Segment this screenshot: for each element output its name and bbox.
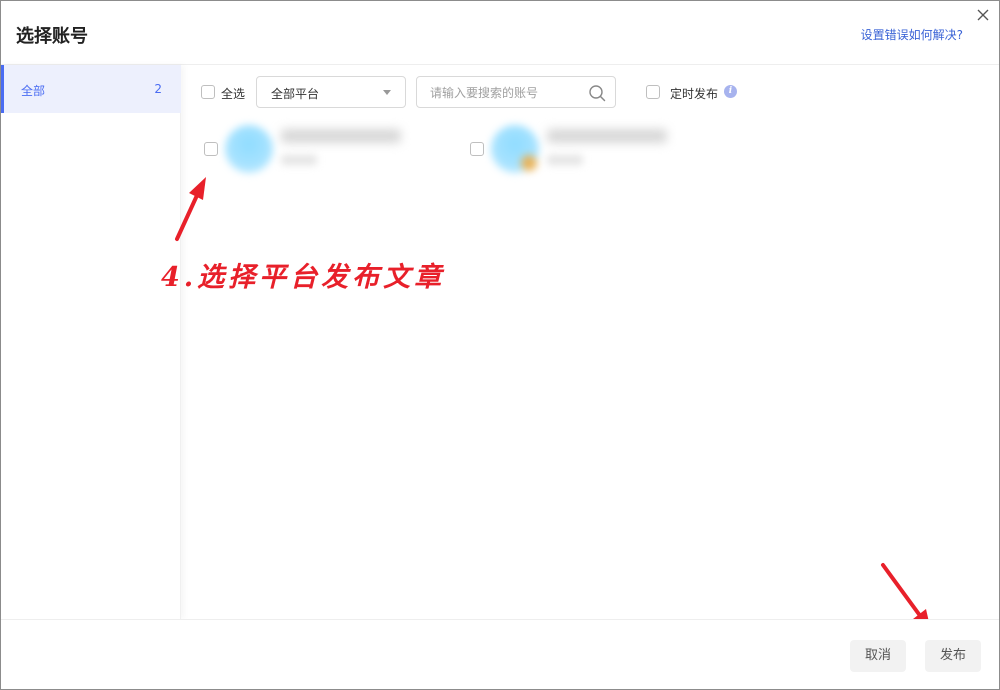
- account-name-blurred: [281, 129, 401, 143]
- search-input[interactable]: [430, 83, 580, 103]
- account-checkbox[interactable]: [470, 142, 484, 156]
- sidebar-item-count: 2: [154, 82, 162, 96]
- cancel-button[interactable]: 取消: [850, 640, 906, 672]
- arrow-up-icon: [175, 177, 206, 241]
- sidebar: 全部 2: [1, 65, 181, 619]
- publish-button[interactable]: 发布: [925, 640, 981, 672]
- dialog-title: 选择账号: [16, 26, 88, 47]
- account-item[interactable]: [469, 121, 709, 177]
- search-box: [416, 76, 616, 108]
- account-platform-blurred: [281, 155, 317, 165]
- platform-select[interactable]: 全部平台: [256, 76, 406, 108]
- select-account-dialog: 选择账号 设置错误如何解决? 全部 2 全选 全部平台 定时发布 i: [0, 0, 1000, 690]
- platform-select-value: 全部平台: [271, 87, 320, 101]
- caret-down-icon: [383, 90, 391, 95]
- schedule-publish-checkbox[interactable]: [646, 85, 660, 99]
- account-name-blurred: [547, 129, 667, 143]
- search-icon[interactable]: [588, 84, 606, 102]
- account-platform-blurred: [547, 155, 583, 165]
- select-all-label[interactable]: 全选: [221, 85, 245, 102]
- toolbar: 全选 全部平台 定时发布 i: [181, 65, 999, 119]
- dialog-header: 选择账号 设置错误如何解决?: [1, 1, 999, 65]
- schedule-publish-label[interactable]: 定时发布: [670, 85, 718, 102]
- info-icon[interactable]: i: [724, 85, 737, 98]
- account-checkbox[interactable]: [204, 142, 218, 156]
- annotation-text: 4.选择平台发布文章: [161, 262, 446, 293]
- help-link[interactable]: 设置错误如何解决?: [861, 26, 963, 43]
- dialog-footer: 取消 发布: [1, 619, 999, 689]
- account-item[interactable]: [203, 121, 443, 177]
- avatar: [491, 125, 539, 173]
- select-all-checkbox[interactable]: [201, 85, 215, 99]
- sidebar-item-all[interactable]: 全部 2: [1, 65, 181, 113]
- sidebar-item-label: 全部: [21, 84, 46, 98]
- avatar: [225, 125, 273, 173]
- close-icon[interactable]: [975, 7, 991, 23]
